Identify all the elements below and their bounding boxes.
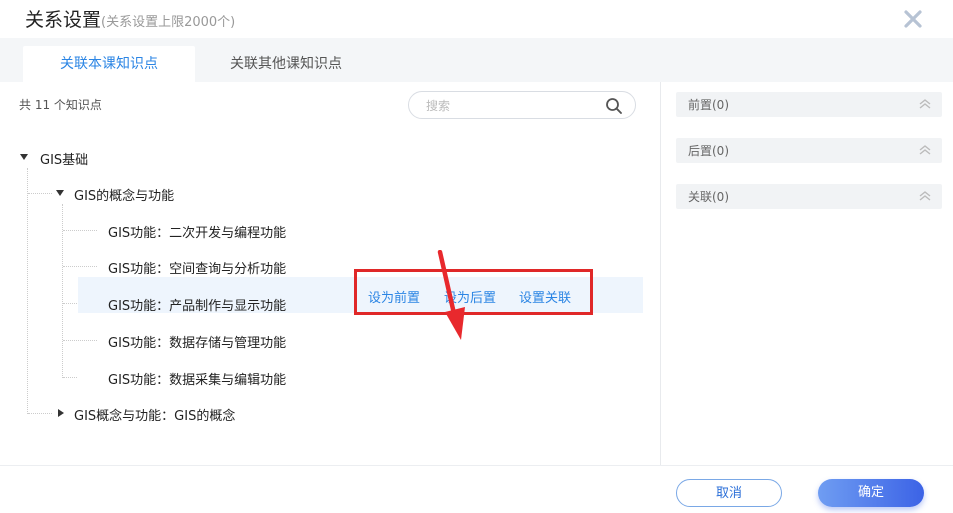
tree-leaf[interactable]: GIS功能：数据存储与管理功能 bbox=[108, 332, 286, 351]
double-chevron-up-icon bbox=[919, 99, 931, 109]
relation-successor[interactable]: 后置(0) bbox=[676, 138, 942, 163]
search-icon[interactable] bbox=[605, 97, 623, 115]
relation-association-label: 关联(0) bbox=[688, 190, 729, 204]
tab-other-course[interactable]: 关联其他课知识点 bbox=[198, 46, 374, 82]
caret-down-icon[interactable] bbox=[55, 188, 65, 198]
tree-leaf[interactable]: GIS功能：空间查询与分析功能 bbox=[108, 258, 286, 277]
tree-node-root[interactable]: GIS基础 bbox=[40, 149, 88, 168]
tree-guide bbox=[28, 193, 52, 194]
cancel-button[interactable]: 取消 bbox=[676, 479, 782, 507]
dialog-header: 关系设置(关系设置上限2000个) bbox=[0, 0, 953, 38]
relation-prerequisite-label: 前置(0) bbox=[688, 98, 729, 112]
tree-guide bbox=[63, 340, 97, 341]
caret-down-icon[interactable] bbox=[19, 152, 29, 162]
tree-leaf[interactable]: GIS功能：产品制作与显示功能 bbox=[108, 295, 286, 314]
knowledge-count: 共 11 个知识点 bbox=[19, 98, 102, 112]
tree-node-concept[interactable]: GIS概念与功能：GIS的概念 bbox=[74, 405, 235, 424]
relation-association[interactable]: 关联(0) bbox=[676, 184, 942, 209]
dialog-title-text: 关系设置 bbox=[25, 9, 102, 31]
double-chevron-up-icon bbox=[919, 191, 931, 201]
confirm-button[interactable]: 确定 bbox=[818, 479, 924, 507]
search-input[interactable] bbox=[424, 96, 598, 116]
search-box bbox=[408, 91, 636, 119]
relation-panel: 前置(0) 后置(0) 关联(0) bbox=[661, 82, 953, 465]
tree-guide bbox=[63, 266, 97, 267]
tab-bar: 关联本课知识点 关联其他课知识点 bbox=[0, 38, 953, 82]
set-association-link[interactable]: 设置关联 bbox=[519, 287, 571, 306]
tree-guide bbox=[63, 230, 97, 231]
pointer-arrow-icon bbox=[437, 250, 465, 340]
relation-successor-label: 后置(0) bbox=[688, 144, 729, 158]
tree-guide bbox=[63, 377, 77, 378]
tree-guide bbox=[28, 413, 52, 414]
tree-guide bbox=[27, 168, 28, 414]
tree-leaf[interactable]: GIS功能：二次开发与编程功能 bbox=[108, 222, 286, 241]
close-icon[interactable] bbox=[900, 6, 926, 32]
double-chevron-up-icon bbox=[919, 145, 931, 155]
tab-this-course[interactable]: 关联本课知识点 bbox=[23, 46, 195, 82]
relation-prerequisite[interactable]: 前置(0) bbox=[676, 92, 942, 117]
caret-right-icon[interactable] bbox=[56, 408, 66, 418]
set-prerequisite-link[interactable]: 设为前置 bbox=[368, 287, 420, 306]
dialog-subtitle: (关系设置上限2000个) bbox=[101, 15, 236, 30]
dialog-title: 关系设置(关系设置上限2000个) bbox=[25, 5, 235, 32]
tree-node-concept-function[interactable]: GIS的概念与功能 bbox=[74, 185, 174, 204]
footer-divider bbox=[0, 465, 953, 466]
tree-leaf-hovered[interactable]: GIS功能：数据采集与编辑功能 bbox=[108, 369, 286, 388]
